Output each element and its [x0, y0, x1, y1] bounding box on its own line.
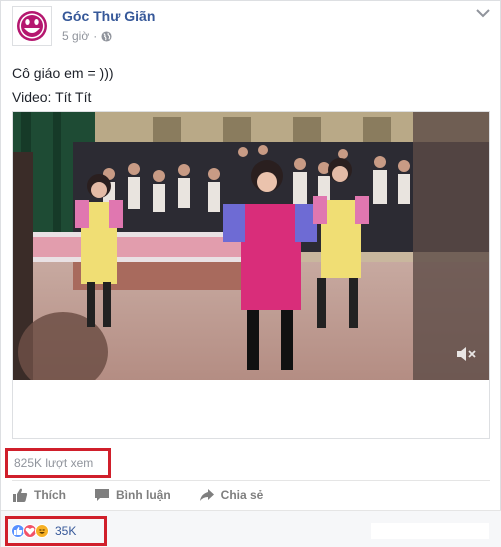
comment-button[interactable]: Bình luận	[94, 483, 171, 507]
post-card: Góc Thư Giãn 5 giờ · Cô giáo em = ))) Vi…	[0, 0, 501, 547]
post-actions: Thích Bình luận Chia sẻ	[12, 483, 490, 507]
post-text: Cô giáo em = ))) Video: Tít Tít	[12, 61, 114, 109]
reaction-count: 35K	[55, 524, 77, 538]
smiley-face-icon	[17, 11, 47, 41]
reactions-summary[interactable]: 35K	[5, 516, 107, 546]
comment-bubble-icon	[95, 489, 109, 501]
page-avatar[interactable]	[12, 6, 52, 46]
thumbs-up-icon	[13, 488, 28, 502]
like-button[interactable]: Thích	[12, 483, 66, 507]
muted-speaker-icon[interactable]	[455, 346, 477, 362]
comment-label: Bình luận	[116, 488, 171, 502]
comment-input-area[interactable]	[371, 523, 489, 539]
post-timestamp[interactable]: 5 giờ	[62, 29, 89, 43]
video-frame-image	[13, 112, 489, 380]
video-player[interactable]	[13, 112, 489, 380]
meta-separator: ·	[93, 29, 98, 43]
post-meta: 5 giờ ·	[62, 29, 112, 43]
share-arrow-icon	[199, 489, 214, 501]
page-name-link[interactable]: Góc Thư Giãn	[62, 8, 155, 24]
video-footer	[13, 380, 489, 438]
share-label: Chia sẻ	[220, 488, 264, 502]
video-container	[12, 111, 490, 439]
share-button[interactable]: Chia sẻ	[199, 483, 264, 507]
globe-icon	[101, 30, 112, 42]
post-text-line: Video: Tít Tít	[12, 89, 92, 105]
divider	[12, 480, 490, 481]
post-header: Góc Thư Giãn 5 giờ ·	[12, 6, 492, 46]
reactions-bar: 35K	[1, 510, 501, 547]
chevron-down-icon[interactable]	[474, 6, 492, 20]
haha-reaction-icon	[35, 524, 49, 538]
view-count: 825K lượt xem	[5, 448, 111, 478]
post-text-line: Cô giáo em = )))	[12, 65, 114, 81]
like-label: Thích	[34, 488, 66, 502]
